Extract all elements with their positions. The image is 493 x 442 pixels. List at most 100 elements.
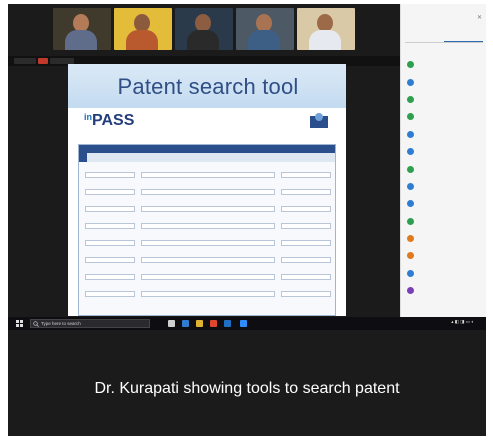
- search-field[interactable]: [85, 218, 136, 234]
- search-field[interactable]: [85, 286, 136, 302]
- search-field[interactable]: [280, 218, 331, 234]
- participant-item[interactable]: [407, 108, 483, 125]
- zoom-icon[interactable]: [240, 320, 247, 327]
- video-tile[interactable]: [297, 8, 355, 50]
- avatar: [407, 182, 414, 190]
- search-field[interactable]: [85, 269, 136, 285]
- search-form-row: [85, 184, 331, 200]
- search-field-input[interactable]: [85, 240, 136, 246]
- search-field-input[interactable]: [280, 172, 331, 178]
- search-field-input[interactable]: [280, 291, 331, 297]
- search-field-input[interactable]: [141, 223, 275, 229]
- search-field-input[interactable]: [141, 172, 275, 178]
- tab-in-meeting[interactable]: [405, 34, 444, 42]
- search-field[interactable]: [280, 235, 331, 251]
- participant-item[interactable]: [407, 213, 483, 230]
- recording-badge: [38, 58, 48, 64]
- chrome-icon[interactable]: [210, 320, 217, 327]
- avatar: [407, 130, 414, 138]
- tab-help[interactable]: [103, 153, 111, 162]
- participant-item[interactable]: [407, 56, 483, 73]
- tab-quick-search[interactable]: [79, 153, 87, 162]
- file-explorer-icon[interactable]: [196, 320, 203, 327]
- search-field-input[interactable]: [141, 206, 275, 212]
- participant-item[interactable]: [407, 126, 483, 143]
- participant-item[interactable]: [407, 73, 483, 90]
- windows-taskbar: Type here to search ▴ ◧ ◨ ▭ ◐: [8, 317, 486, 330]
- search-field-input[interactable]: [280, 240, 331, 246]
- edge-icon[interactable]: [182, 320, 189, 327]
- search-form-row: [85, 218, 331, 234]
- tab-application-status[interactable]: [95, 153, 103, 162]
- search-field-input[interactable]: [141, 240, 275, 246]
- search-field-input[interactable]: [280, 206, 331, 212]
- search-field[interactable]: [280, 286, 331, 302]
- search-form-row: [85, 167, 331, 183]
- search-field-input[interactable]: [141, 274, 275, 280]
- video-tile[interactable]: [53, 8, 111, 50]
- search-field[interactable]: [280, 252, 331, 268]
- shared-screen: Patent search tool inPASS: [68, 64, 346, 316]
- photo-caption: Dr. Kurapati showing tools to search pat…: [94, 380, 400, 397]
- participant-item[interactable]: [407, 282, 483, 299]
- avatar: [407, 78, 414, 86]
- avatar: [407, 113, 414, 121]
- search-field[interactable]: [280, 269, 331, 285]
- search-field[interactable]: [85, 184, 136, 200]
- search-field[interactable]: [141, 235, 275, 251]
- search-field[interactable]: [85, 252, 136, 268]
- video-tile[interactable]: [236, 8, 294, 50]
- search-field[interactable]: [85, 235, 136, 251]
- participant-item[interactable]: [407, 178, 483, 195]
- search-field[interactable]: [141, 269, 275, 285]
- search-field[interactable]: [141, 201, 275, 217]
- participant-item[interactable]: [407, 230, 483, 247]
- participants-panel: ✕: [400, 4, 486, 322]
- participant-item[interactable]: [407, 195, 483, 212]
- system-tray[interactable]: ▴ ◧ ◨ ▭ ◐: [451, 319, 474, 325]
- search-field[interactable]: [141, 218, 275, 234]
- participant-item[interactable]: [407, 91, 483, 108]
- search-field[interactable]: [280, 184, 331, 200]
- outlook-icon[interactable]: [224, 320, 231, 327]
- taskbar-search-box[interactable]: Type here to search: [30, 319, 150, 328]
- search-field-input[interactable]: [280, 257, 331, 263]
- avatar: [407, 200, 414, 208]
- participant-item[interactable]: [407, 265, 483, 282]
- video-tile[interactable]: [114, 8, 172, 50]
- search-field[interactable]: [85, 201, 136, 217]
- search-field-input[interactable]: [85, 274, 136, 280]
- search-field-input[interactable]: [280, 189, 331, 195]
- search-field[interactable]: [141, 252, 275, 268]
- participants-tabs: [405, 34, 483, 43]
- search-field-input[interactable]: [85, 172, 136, 178]
- search-form: [85, 167, 331, 303]
- search-field-input[interactable]: [141, 291, 275, 297]
- search-form-row: [85, 235, 331, 251]
- search-field-input[interactable]: [85, 206, 136, 212]
- participant-item[interactable]: [407, 247, 483, 264]
- search-field-input[interactable]: [85, 257, 136, 263]
- search-field-input[interactable]: [85, 189, 136, 195]
- search-field-input[interactable]: [141, 189, 275, 195]
- search-field[interactable]: [141, 184, 275, 200]
- participant-item[interactable]: [407, 160, 483, 177]
- windows-start-icon[interactable]: [16, 320, 23, 327]
- search-field-input[interactable]: [141, 257, 275, 263]
- search-field-input[interactable]: [280, 223, 331, 229]
- participant-item[interactable]: [407, 143, 483, 160]
- search-field[interactable]: [85, 167, 136, 183]
- search-field[interactable]: [141, 286, 275, 302]
- search-field-input[interactable]: [85, 291, 136, 297]
- ipindia-emblem-icon: [310, 113, 328, 128]
- tab-attendees[interactable]: [444, 34, 483, 42]
- search-field[interactable]: [280, 201, 331, 217]
- search-field[interactable]: [141, 167, 275, 183]
- taskview-icon[interactable]: [168, 320, 175, 327]
- tab-patent-e-register[interactable]: [87, 153, 95, 162]
- video-tile[interactable]: [175, 8, 233, 50]
- search-field-input[interactable]: [280, 274, 331, 280]
- close-icon[interactable]: ✕: [477, 14, 482, 21]
- search-field-input[interactable]: [85, 223, 136, 229]
- search-field[interactable]: [280, 167, 331, 183]
